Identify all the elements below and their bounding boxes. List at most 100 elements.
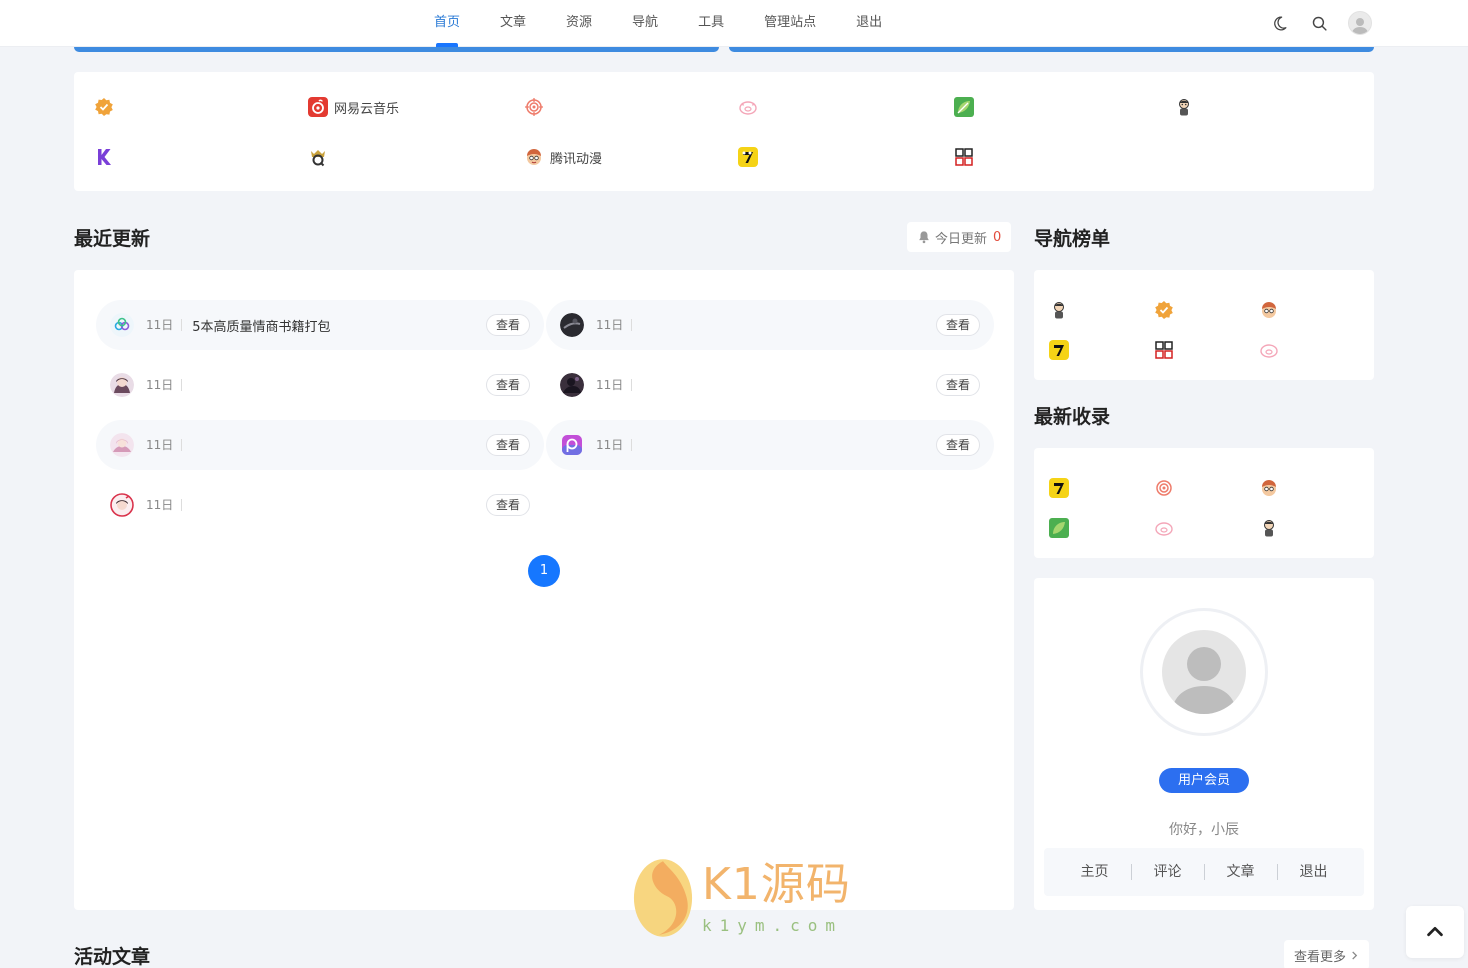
- quick-link[interactable]: 腾讯动漫: [524, 145, 602, 169]
- tencent-comic-icon: [524, 147, 544, 167]
- seven-logo-icon[interactable]: [1049, 340, 1069, 360]
- search-icon[interactable]: [1308, 12, 1330, 34]
- watermark-url: k1ym.com: [702, 916, 844, 935]
- update-row[interactable]: 11日 查看: [546, 360, 994, 410]
- user-link-home[interactable]: 主页: [1059, 864, 1131, 880]
- nav-navigation[interactable]: 导航: [612, 0, 678, 47]
- view-button[interactable]: 查看: [935, 434, 980, 456]
- target-icon: [524, 97, 544, 117]
- dark-photo-icon: [560, 313, 584, 337]
- nav-resources[interactable]: 资源: [546, 0, 612, 47]
- vip-member-button[interactable]: 用户会员: [1159, 768, 1249, 793]
- cloud-logo-icon: [110, 313, 134, 337]
- chevron-right-icon: [1352, 950, 1358, 960]
- user-avatar[interactable]: [1348, 11, 1372, 35]
- rank-title: 导航榜单: [1034, 228, 1111, 250]
- user-link-logout[interactable]: 退出: [1276, 864, 1350, 880]
- tencent-comic-icon[interactable]: [1259, 478, 1279, 498]
- xiaodao-yule-icon[interactable]: [1154, 340, 1174, 360]
- watermark-text: K1源码: [702, 859, 851, 910]
- view-button[interactable]: 查看: [485, 494, 530, 516]
- update-date: 11日: [146, 439, 183, 451]
- view-more-label: 查看更多: [1294, 949, 1347, 965]
- user-link-articles[interactable]: 文章: [1203, 864, 1277, 880]
- xiaodao-yule-icon: [954, 147, 974, 167]
- seven-logo-icon: [738, 147, 758, 167]
- view-button[interactable]: 查看: [935, 374, 980, 396]
- today-update-label: 今日更新: [935, 231, 988, 247]
- update-row[interactable]: 11日 查看: [96, 420, 544, 470]
- update-row[interactable]: 11日 查看: [546, 420, 994, 470]
- banner-bottom-right: [729, 47, 1374, 52]
- view-more-button[interactable]: 查看更多: [1284, 940, 1370, 968]
- netease-music-icon: [308, 97, 328, 117]
- green-leaf-icon: [954, 97, 974, 117]
- rank-card: [1034, 270, 1374, 380]
- pig-icon[interactable]: [1259, 340, 1279, 360]
- banner-bottom-left: [74, 47, 719, 52]
- user-avatar-large[interactable]: [1140, 608, 1268, 736]
- update-date: 11日: [146, 499, 183, 511]
- bell-icon: [919, 231, 929, 244]
- update-row[interactable]: 11日 查看: [96, 360, 544, 410]
- nav-tools[interactable]: 工具: [678, 0, 744, 47]
- update-row[interactable]: 11日 5本高质量情商书籍打包 查看: [96, 300, 544, 350]
- today-update-count: 0: [993, 229, 1002, 245]
- target-icon[interactable]: [1154, 478, 1174, 498]
- quick-links-card: 网易云音乐 腾讯动漫: [74, 72, 1374, 191]
- user-card: 用户会员 你好，小辰 主页 评论 文章 退出: [1034, 578, 1374, 910]
- tencent-comic-icon[interactable]: [1259, 300, 1279, 320]
- anime-girl-icon: [110, 433, 134, 457]
- pagination-page[interactable]: 1: [528, 555, 560, 587]
- recent-title: 最近更新: [74, 228, 151, 250]
- nav-home[interactable]: 首页: [414, 0, 480, 47]
- seven-logo-icon[interactable]: [1049, 478, 1069, 498]
- watermark: K1源码 k1ym.com: [632, 856, 850, 940]
- update-title[interactable]: 5本高质量情商书籍打包: [192, 316, 486, 335]
- nav-logout[interactable]: 退出: [836, 0, 902, 47]
- nav-admin[interactable]: 管理站点: [744, 0, 836, 47]
- cartoon-character-icon: [1174, 97, 1194, 117]
- quick-link[interactable]: [954, 145, 980, 169]
- new-title: 最新收录: [1034, 406, 1111, 428]
- user-greeting: 你好，小辰: [1169, 822, 1239, 838]
- moon-icon[interactable]: [1268, 12, 1290, 34]
- quick-link-label: 网易云音乐: [334, 101, 400, 117]
- quick-link[interactable]: [954, 95, 980, 119]
- quick-link[interactable]: [738, 145, 764, 169]
- chevron-up-icon: [1427, 926, 1443, 937]
- quick-link[interactable]: [1174, 95, 1200, 119]
- green-leaf-icon[interactable]: [1049, 518, 1069, 538]
- quick-link[interactable]: [524, 95, 550, 119]
- main-nav: 首页 文章 资源 导航 工具 管理站点 退出: [414, 0, 902, 47]
- badge-check-icon: [94, 97, 114, 117]
- update-date: 11日: [146, 319, 183, 331]
- update-row[interactable]: 11日 查看: [96, 480, 544, 530]
- back-to-top-button[interactable]: [1406, 906, 1464, 958]
- user-link-comments[interactable]: 评论: [1130, 864, 1204, 880]
- pig-icon: [738, 97, 758, 117]
- badge-check-icon[interactable]: [1154, 300, 1174, 320]
- update-row[interactable]: 11日 查看: [546, 300, 994, 350]
- nav-articles[interactable]: 文章: [480, 0, 546, 47]
- cartoon-character-icon[interactable]: [1259, 518, 1279, 538]
- quick-link[interactable]: 网易云音乐: [308, 95, 399, 119]
- cartoon-character-icon[interactable]: [1049, 300, 1069, 320]
- update-date: 11日: [596, 439, 633, 451]
- new-entries-card: [1034, 448, 1374, 558]
- today-update-badge[interactable]: 今日更新 0: [907, 222, 1012, 252]
- view-button[interactable]: 查看: [485, 314, 530, 336]
- anime-circle-icon: [110, 493, 134, 517]
- view-button[interactable]: 查看: [485, 434, 530, 456]
- quick-link[interactable]: [738, 95, 764, 119]
- view-button[interactable]: 查看: [935, 314, 980, 336]
- quick-link[interactable]: [308, 145, 334, 169]
- watermark-logo-icon: [633, 859, 693, 937]
- quick-link[interactable]: [94, 145, 120, 169]
- view-button[interactable]: 查看: [485, 374, 530, 396]
- articles-title: 活动文章: [74, 946, 151, 968]
- quick-link[interactable]: [94, 95, 120, 119]
- pig-icon[interactable]: [1154, 518, 1174, 538]
- dark-figure-icon: [560, 373, 584, 397]
- q-logo-icon: [308, 147, 328, 167]
